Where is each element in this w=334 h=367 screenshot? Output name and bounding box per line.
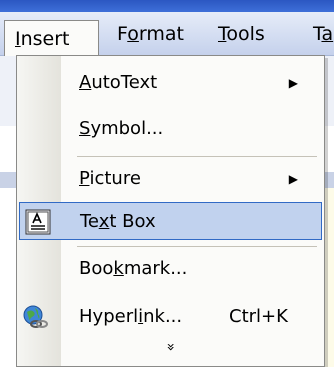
- menu-format-label: rmat: [138, 23, 184, 45]
- picture-mnemonic: P: [79, 168, 90, 189]
- title-bar: [0, 0, 334, 12]
- text-box-label-pre: Te: [80, 211, 99, 232]
- bookmark-label-pre: Boo: [79, 258, 114, 279]
- symbol-mnemonic: S: [79, 118, 91, 139]
- menu-item-bookmark-label: Bookmark...: [79, 250, 187, 288]
- text-box-label-post: t Box: [109, 211, 156, 232]
- autotext-mnemonic: A: [79, 72, 92, 93]
- menu-item-picture-label: Picture: [79, 160, 141, 198]
- menu-item-autotext[interactable]: AutoText ▶: [17, 64, 324, 102]
- menu-insert-label: nsert: [20, 28, 70, 50]
- menu-insert[interactable]: Insert: [4, 20, 99, 60]
- insert-menu-dropdown: AutoText ▶ Symbol... Picture ▶ Text Box: [16, 55, 325, 367]
- menu-item-symbol-label: Symbol...: [79, 110, 163, 148]
- menu-item-picture[interactable]: Picture ▶: [17, 160, 324, 198]
- hyperlink-shortcut: Ctrl+K: [229, 306, 288, 327]
- text-box-mnemonic: x: [98, 211, 110, 232]
- symbol-label-post: ymbol...: [90, 118, 164, 139]
- submenu-arrow-icon: ▶: [288, 76, 298, 90]
- menu-tools[interactable]: Tools: [218, 18, 265, 50]
- hyperlink-label-post: nk...: [143, 306, 183, 327]
- menu-item-text-box-label: Text Box: [80, 203, 156, 241]
- menu-item-hyperlink-label: Hyperlink...: [79, 298, 182, 336]
- menu-table[interactable]: Tab: [313, 18, 334, 50]
- menu-item-text-box[interactable]: Text Box: [19, 202, 322, 240]
- expand-glyph: »: [162, 342, 179, 352]
- text-box-icon: [25, 209, 51, 235]
- autotext-label-post: utoText: [91, 72, 158, 93]
- menu-item-bookmark[interactable]: Bookmark...: [17, 250, 324, 288]
- menu-separator: [77, 156, 317, 157]
- menu-item-symbol[interactable]: Symbol...: [17, 110, 324, 148]
- hyperlink-label-pre: Hyperl: [79, 306, 139, 327]
- hyperlink-globe-icon: [22, 304, 48, 330]
- bookmark-mnemonic: k: [113, 258, 124, 279]
- picture-label-post: icture: [89, 168, 141, 189]
- menu-separator: [77, 246, 317, 247]
- menu-item-autotext-label: AutoText: [79, 64, 157, 102]
- menu-format[interactable]: Format: [117, 18, 184, 50]
- expand-menu-chevron-icon[interactable]: »: [17, 338, 324, 358]
- menu-table-mnemonic: a: [321, 23, 334, 45]
- menu-tools-label: ools: [226, 23, 265, 45]
- menu-format-label-pre: F: [117, 23, 128, 45]
- submenu-arrow-icon: ▶: [288, 172, 298, 186]
- menu-format-mnemonic: o: [127, 23, 139, 45]
- app-window: Insert Format Tools Tab AutoText ▶ Symbo…: [0, 0, 334, 367]
- menu-bar: Insert Format Tools Tab: [0, 12, 334, 60]
- menu-item-hyperlink[interactable]: Hyperlink... Ctrl+K: [17, 298, 324, 336]
- bookmark-label-post: mark...: [123, 258, 188, 279]
